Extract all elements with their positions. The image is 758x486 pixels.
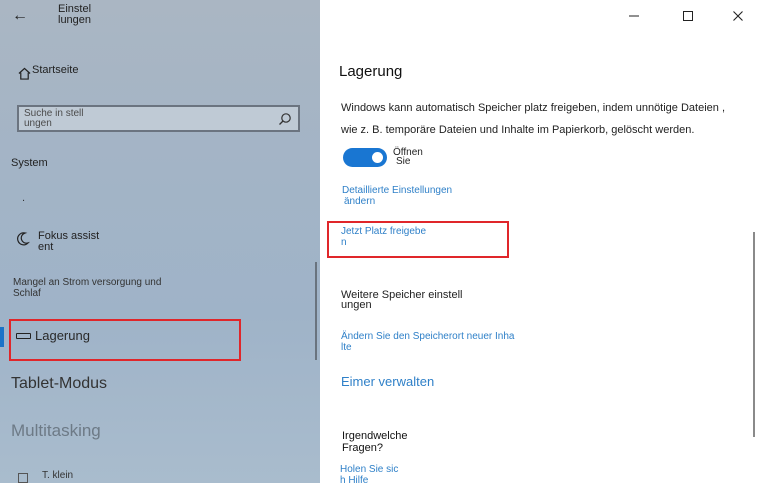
home-label: Startseite [32, 64, 79, 76]
maximize-button[interactable] [677, 6, 699, 26]
close-icon [733, 11, 743, 21]
selection-indicator [0, 327, 4, 347]
toggle-label-line2: Sie [396, 156, 411, 167]
sidebar-item-tablet-mode[interactable]: Tablet-Modus [11, 375, 107, 393]
moon-icon [17, 232, 30, 246]
storage-sense-description: Windows kann automatisch Speicher platz … [341, 102, 726, 136]
link-text: lte [341, 342, 352, 353]
back-arrow-icon: ← [12, 7, 28, 24]
sidebar-item-dot[interactable]: . [22, 192, 25, 204]
back-button[interactable]: ← [12, 6, 36, 26]
content-pane: Lagerung Windows kann automatisch Speich… [320, 0, 758, 486]
manage-spaces-link[interactable]: Eimer verwalten [341, 375, 434, 388]
home-icon [18, 67, 31, 80]
search-placeholder: Suche in stell ungen [24, 108, 84, 129]
link-text: h Hilfe [340, 475, 369, 486]
settings-search[interactable]: Suche in stell ungen [17, 105, 300, 132]
sidebar-item-bottom[interactable]: T. klein [42, 470, 73, 481]
sidebar-item-focus-assist[interactable]: Fokus assist ent [16, 231, 108, 253]
link-text: Holen Sie sic [340, 464, 399, 475]
sidebar-item-multitasking[interactable]: Multitasking [11, 421, 101, 441]
close-button[interactable] [727, 6, 749, 26]
section-label-system: System [11, 157, 48, 169]
storage-sense-toggle[interactable] [343, 148, 387, 167]
sidebar-item-label: Fokus assist ent [38, 230, 100, 253]
app-title: Einstel lungen [58, 3, 92, 26]
highlight-box-storage [9, 319, 241, 361]
minimize-icon [629, 15, 639, 17]
maximize-icon [683, 11, 693, 21]
change-save-location-link[interactable]: Ändern Sie den Speicherort neuer Inha lt… [341, 331, 531, 353]
page-title: Lagerung [339, 63, 403, 80]
link-text: Detaillierte Einstellungen [342, 185, 453, 196]
highlight-box-free-space [327, 221, 509, 258]
toggle-knob [372, 152, 383, 163]
change-detailed-settings-link[interactable]: Detaillierte Einstellungen ändern [342, 185, 462, 207]
toggle-state-label: Öffnen Sie [393, 148, 433, 167]
more-storage-settings-heading: Weitere Speicher einstell ungen [341, 289, 463, 311]
search-icon[interactable] [278, 112, 292, 126]
content-scrollbar[interactable] [753, 232, 755, 437]
settings-sidebar: ← Einstel lungen Startseite Suche in ste… [0, 0, 320, 483]
minimize-button[interactable] [623, 6, 645, 26]
questions-heading: Irgendwelche Fragen? [342, 430, 408, 454]
home-nav-item[interactable]: Startseite [18, 64, 78, 82]
link-text: Ändern Sie den Speicherort neuer Inha [341, 331, 515, 342]
sidebar-item-power-sleep[interactable]: Mangel an Strom versorgung und Schlaf [13, 277, 163, 299]
sidebar-scrollbar[interactable] [315, 262, 317, 360]
link-text: ändern [344, 196, 376, 207]
projection-icon [18, 473, 28, 483]
